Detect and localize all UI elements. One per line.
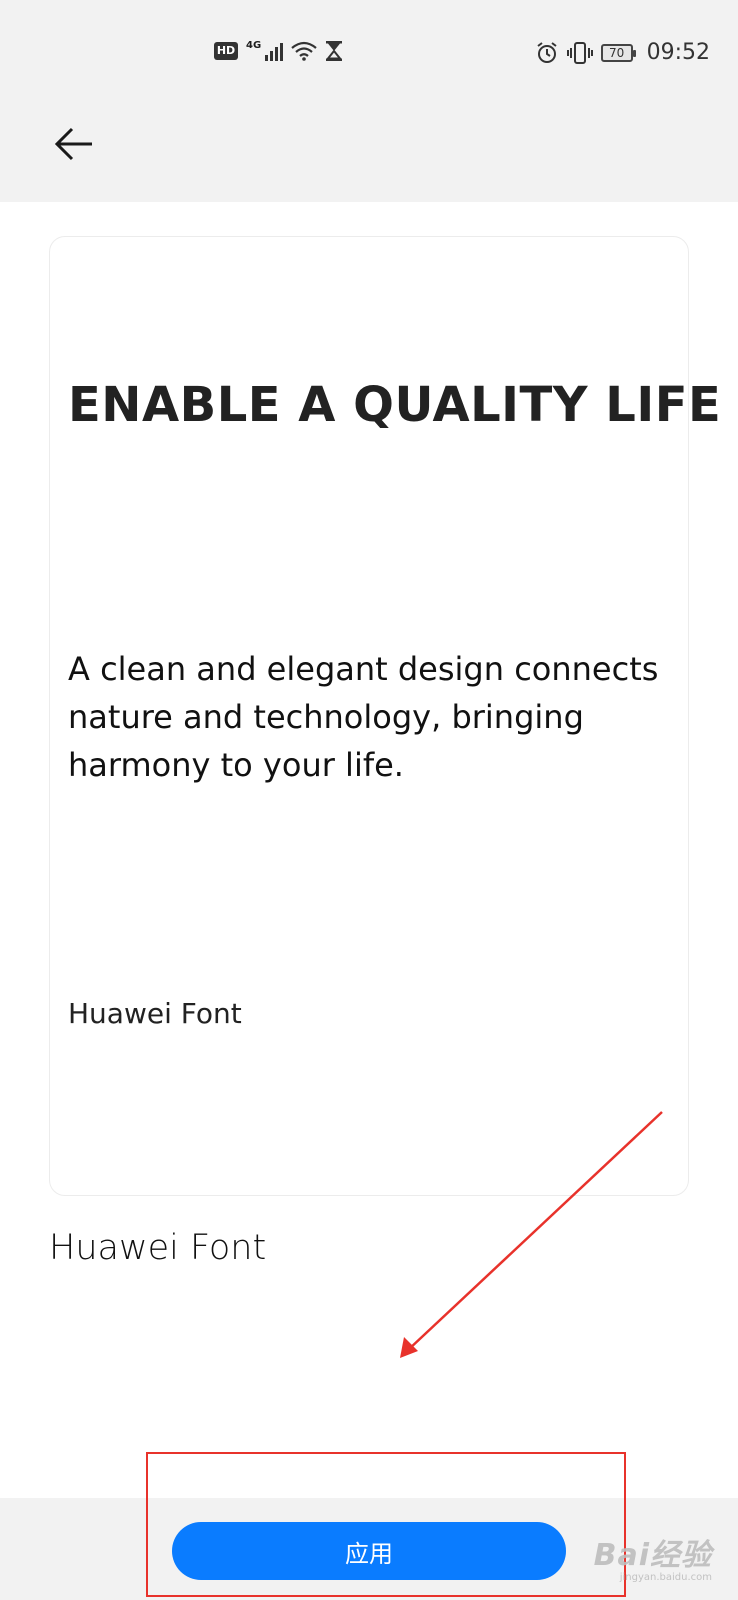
wifi-icon: [291, 41, 317, 61]
hourglass-icon: [326, 41, 343, 61]
signal-icon: [265, 41, 284, 61]
font-name-title: Huawei Font: [49, 1228, 267, 1268]
status-bar-right: 70 09:52: [535, 40, 710, 65]
vibrate-icon: [566, 41, 593, 64]
watermark-logo: Bai经验: [593, 1538, 712, 1573]
battery-icon: 70: [600, 43, 636, 62]
alarm-icon: [536, 41, 557, 63]
status-bar-left: HD 4G: [214, 40, 343, 62]
preview-headline: ENABLE A QUALITY LIFE: [68, 377, 722, 433]
preview-font-label: Huawei Font: [68, 997, 242, 1030]
status-time: 09:52: [646, 40, 710, 65]
font-preview-card: ENABLE A QUALITY LIFE A clean and elegan…: [49, 236, 722, 1196]
preview-body-text: A clean and elegant design connects natu…: [68, 650, 659, 784]
cellular-signal: 4G: [246, 40, 284, 61]
hd-badge: HD: [214, 42, 238, 60]
network-type-label: 4G: [246, 40, 262, 51]
apply-button[interactable]: 应用: [172, 1522, 566, 1580]
baidu-watermark: Bai经验 jingyan.baidu.com: [594, 1530, 712, 1583]
back-arrow-icon: [54, 127, 92, 161]
watermark-url: jingyan.baidu.com: [619, 1572, 712, 1583]
back-button[interactable]: [48, 118, 100, 170]
top-bar: HD 4G 70 09:52: [0, 0, 738, 202]
